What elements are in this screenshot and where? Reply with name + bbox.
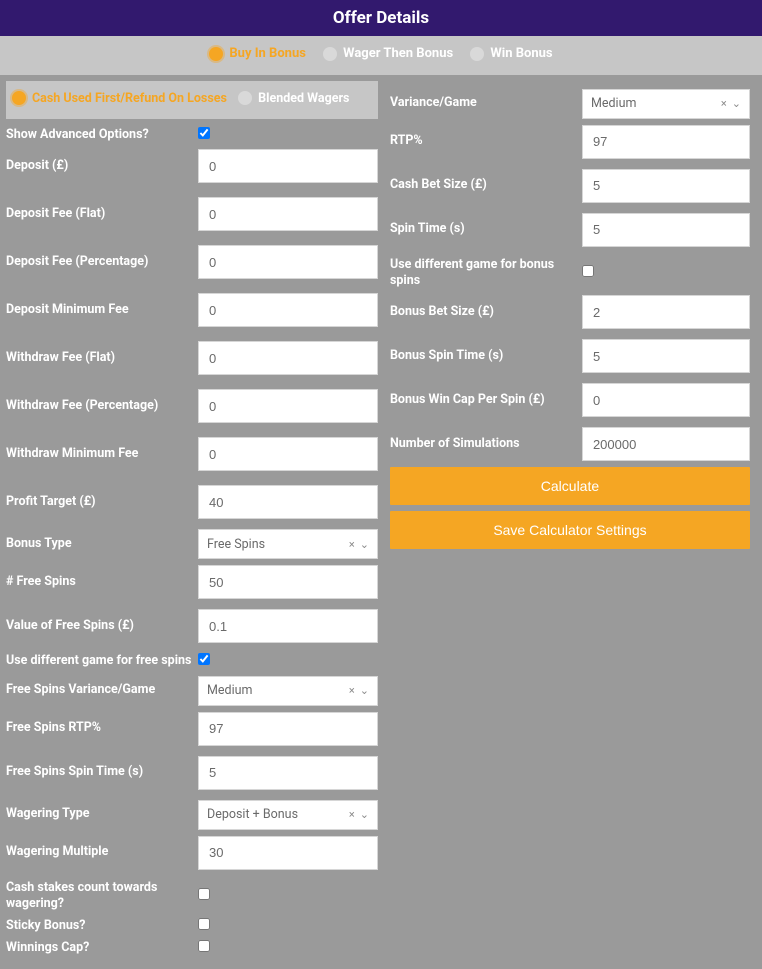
clear-icon[interactable]: × [349,538,355,551]
wagering-type-select[interactable]: Deposit + Bonus × ⌄ [198,800,378,830]
chevron-down-icon[interactable]: ⌄ [732,97,741,110]
right-column: Variance/Game Medium × ⌄ RTP% Cash Bet Si… [384,81,756,963]
page-header: Offer Details [0,0,762,36]
num-free-spins-label: # Free Spins [6,574,198,590]
subtab-bar: Cash Used First/Refund On Losses Blended… [6,81,378,120]
wagering-type-label: Wagering Type [6,806,198,822]
save-settings-label: Save Calculator Settings [493,522,646,538]
deposit-fee-flat-input[interactable] [198,197,378,231]
cash-stakes-checkbox[interactable] [198,888,210,900]
tab-win-bonus[interactable]: Win Bonus [470,46,552,61]
variance-label: Variance/Game [390,95,582,111]
deposit-label: Deposit (£) [6,158,198,174]
bonus-type-label: Bonus Type [6,536,198,552]
deposit-fee-flat-label: Deposit Fee (Flat) [6,206,198,222]
winnings-cap-label: Winnings Cap? [6,940,198,956]
spin-time-label: Spin Time (s) [390,221,582,237]
wagering-multiple-input[interactable] [198,836,378,870]
diff-game-bonus-checkbox[interactable] [582,265,594,277]
withdraw-fee-flat-label: Withdraw Fee (Flat) [6,350,198,366]
subtab-blended-wagers[interactable]: Blended Wagers [238,91,349,106]
sticky-bonus-checkbox[interactable] [198,918,210,930]
wagering-type-value: Deposit + Bonus [207,807,298,822]
withdraw-fee-pct-input[interactable] [198,389,378,423]
calculate-button[interactable]: Calculate [390,467,750,505]
diff-game-bonus-label: Use different game for bonus spins [390,257,582,290]
tab-label: Win Bonus [490,46,552,61]
bonus-type-select[interactable]: Free Spins × ⌄ [198,529,378,559]
bonus-spin-time-input[interactable] [582,339,750,373]
show-advanced-label: Show Advanced Options? [6,127,198,143]
profit-target-input[interactable] [198,485,378,519]
winnings-cap-checkbox[interactable] [198,940,210,952]
clear-icon[interactable]: × [721,97,727,110]
variance-select[interactable]: Medium × ⌄ [582,89,750,119]
subtab-cash-first[interactable]: Cash Used First/Refund On Losses [12,91,227,106]
withdraw-min-fee-label: Withdraw Minimum Fee [6,446,198,462]
bonus-bet-size-input[interactable] [582,295,750,329]
withdraw-fee-flat-input[interactable] [198,341,378,375]
value-free-spins-input[interactable] [198,609,378,643]
deposit-min-fee-input[interactable] [198,293,378,327]
spin-time-input[interactable] [582,213,750,247]
deposit-fee-pct-input[interactable] [198,245,378,279]
fs-variance-value: Medium [207,683,252,698]
cash-bet-size-input[interactable] [582,169,750,203]
fs-rtp-label: Free Spins RTP% [6,720,198,736]
tab-bar: Buy In Bonus Wager Then Bonus Win Bonus [0,36,762,75]
chevron-down-icon[interactable]: ⌄ [360,684,369,697]
deposit-min-fee-label: Deposit Minimum Fee [6,302,198,318]
tab-label: Buy In Bonus [229,46,306,61]
chevron-down-icon[interactable]: ⌄ [360,538,369,551]
deposit-fee-pct-label: Deposit Fee (Percentage) [6,254,198,270]
num-sim-input[interactable] [582,427,750,461]
cash-stakes-label: Cash stakes count towards wagering? [6,880,198,913]
radio-icon [323,47,337,61]
bonus-type-value: Free Spins [207,537,265,552]
fs-spin-time-input[interactable] [198,756,378,790]
num-free-spins-input[interactable] [198,565,378,599]
sticky-bonus-label: Sticky Bonus? [6,918,198,934]
deposit-input[interactable] [198,149,378,183]
chevron-down-icon[interactable]: ⌄ [360,808,369,821]
fs-variance-select[interactable]: Medium × ⌄ [198,676,378,706]
profit-target-label: Profit Target (£) [6,494,198,510]
fs-spin-time-label: Free Spins Spin Time (s) [6,764,198,780]
show-advanced-checkbox[interactable] [198,127,210,139]
diff-game-free-label: Use different game for free spins [6,653,198,669]
radio-icon [238,91,252,105]
bonus-win-cap-label: Bonus Win Cap Per Spin (£) [390,392,582,408]
wagering-multiple-label: Wagering Multiple [6,844,198,860]
bonus-bet-size-label: Bonus Bet Size (£) [390,304,582,320]
withdraw-min-fee-input[interactable] [198,437,378,471]
rtp-input[interactable] [582,125,750,159]
bonus-spin-time-label: Bonus Spin Time (s) [390,348,582,364]
diff-game-free-checkbox[interactable] [198,653,210,665]
bonus-win-cap-input[interactable] [582,383,750,417]
radio-icon [209,47,223,61]
fs-rtp-input[interactable] [198,712,378,746]
calculate-label: Calculate [541,478,599,494]
variance-value: Medium [591,96,636,111]
radio-icon [12,91,26,105]
save-settings-button[interactable]: Save Calculator Settings [390,511,750,549]
rtp-label: RTP% [390,133,582,149]
radio-icon [470,47,484,61]
page-title: Offer Details [333,8,429,28]
fs-variance-label: Free Spins Variance/Game [6,682,198,698]
tab-label: Wager Then Bonus [343,46,453,61]
subtab-label: Cash Used First/Refund On Losses [32,91,227,106]
clear-icon[interactable]: × [349,808,355,821]
clear-icon[interactable]: × [349,684,355,697]
left-column: Cash Used First/Refund On Losses Blended… [6,81,378,963]
num-sim-label: Number of Simulations [390,436,582,452]
tab-wager-then-bonus[interactable]: Wager Then Bonus [323,46,453,61]
tab-buy-in-bonus[interactable]: Buy In Bonus [209,46,306,61]
cash-bet-size-label: Cash Bet Size (£) [390,177,582,193]
withdraw-fee-pct-label: Withdraw Fee (Percentage) [6,398,198,414]
value-free-spins-label: Value of Free Spins (£) [6,618,198,634]
subtab-label: Blended Wagers [258,91,349,106]
